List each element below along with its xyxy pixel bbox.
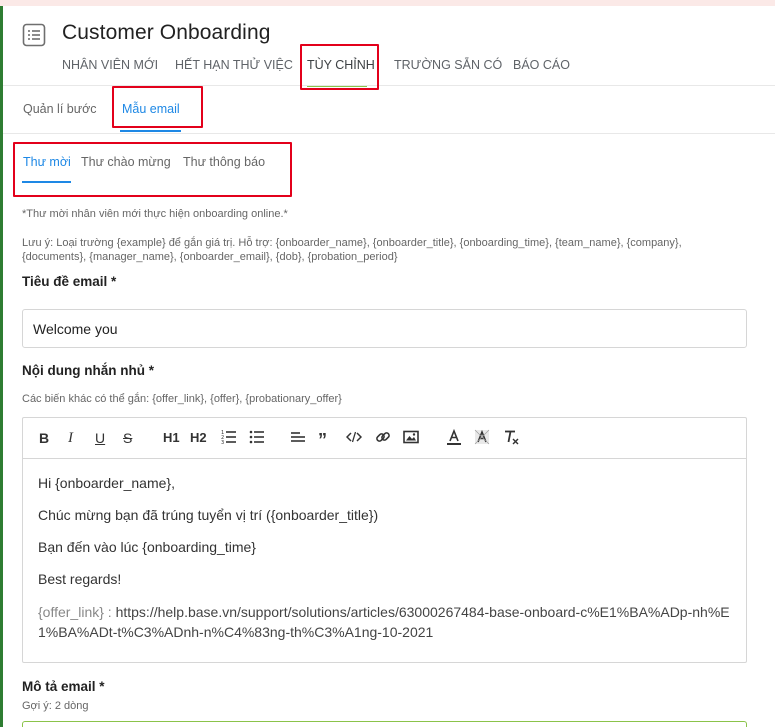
clear-format-icon[interactable] [503, 429, 519, 447]
editor-content[interactable]: Hi {onboarder_name}, Chúc mừng bạn đã tr… [23, 460, 746, 662]
page-title: Customer Onboarding [62, 21, 271, 44]
editor-toolbar: B I U S H1 H2 123 ” [23, 418, 746, 459]
bullet-list-icon[interactable] [249, 429, 265, 447]
image-icon[interactable] [403, 429, 419, 447]
tab-probation-expiry[interactable]: HẾT HẠN THỬ VIỆC [175, 58, 293, 72]
offer-link-label: {offer_link} : [38, 604, 112, 620]
hint-note-line2: {documents}, {manager_name}, {onboarder_… [22, 251, 398, 263]
annotation-box-email-template [112, 86, 203, 128]
content-line: Bạn đến vào lúc {onboarding_time} [38, 539, 256, 555]
tab-reports[interactable]: BÁO CÁO [513, 58, 570, 72]
sub-divider [3, 133, 775, 134]
code-icon[interactable] [346, 429, 362, 447]
annotation-box-email-tabs [13, 142, 292, 197]
heading2-button[interactable]: H2 [190, 429, 207, 447]
tab-step-management[interactable]: Quản lí bước [23, 102, 97, 116]
content-line: Hi {onboarder_name}, [38, 475, 175, 491]
bold-button[interactable]: B [39, 429, 49, 447]
align-icon[interactable] [290, 429, 306, 447]
ordered-list-icon[interactable]: 123 [221, 429, 237, 447]
italic-button[interactable]: I [68, 429, 73, 447]
link-icon[interactable] [375, 429, 391, 447]
svg-text:3: 3 [221, 440, 224, 445]
hint-note-line1: Lưu ý: Loại trường {example} để gắn giá … [22, 237, 682, 249]
quote-icon[interactable]: ” [318, 429, 327, 450]
heading1-button[interactable]: H1 [163, 429, 180, 447]
underline-button[interactable]: U [95, 429, 105, 447]
email-description-input[interactable] [22, 721, 747, 727]
content-line: Best regards! [38, 571, 122, 587]
offer-link-url: https://help.base.vn/support/solutions/a… [38, 604, 730, 640]
offer-link-line: {offer_link} : https://help.base.vn/supp… [38, 602, 731, 642]
page: Customer Onboarding NHÂN VIÊN MỚI HẾT HẠ… [3, 6, 775, 727]
tab-new-employees[interactable]: NHÂN VIÊN MỚI [62, 58, 158, 72]
content-line: Chúc mừng bạn đã trúng tuyển vị trí ({on… [38, 507, 379, 523]
strikethrough-button[interactable]: S [123, 429, 132, 447]
subject-label: Tiêu đề email * [22, 274, 117, 289]
content-label: Nội dung nhắn nhủ * [22, 363, 154, 378]
content-hint: Các biến khác có thể gắn: {offer_link}, … [22, 393, 342, 405]
list-icon [22, 23, 46, 47]
rich-text-editor: B I U S H1 H2 123 ” Hi {onboarder_name},… [22, 417, 747, 663]
email-description-hint: Gợi ý: 2 dòng [22, 700, 89, 712]
annotation-box-customize [300, 44, 379, 90]
sub-tab-indicator [120, 130, 181, 132]
email-description-label: Mô tả email * [22, 679, 105, 694]
description-note: *Thư mời nhân viên mới thực hiện onboard… [22, 208, 288, 220]
tab-available-fields[interactable]: TRƯỜNG SẴN CÓ [394, 58, 502, 72]
email-subject-input[interactable] [22, 309, 747, 348]
background-color-icon[interactable] [474, 429, 490, 447]
text-color-icon[interactable] [446, 429, 462, 447]
